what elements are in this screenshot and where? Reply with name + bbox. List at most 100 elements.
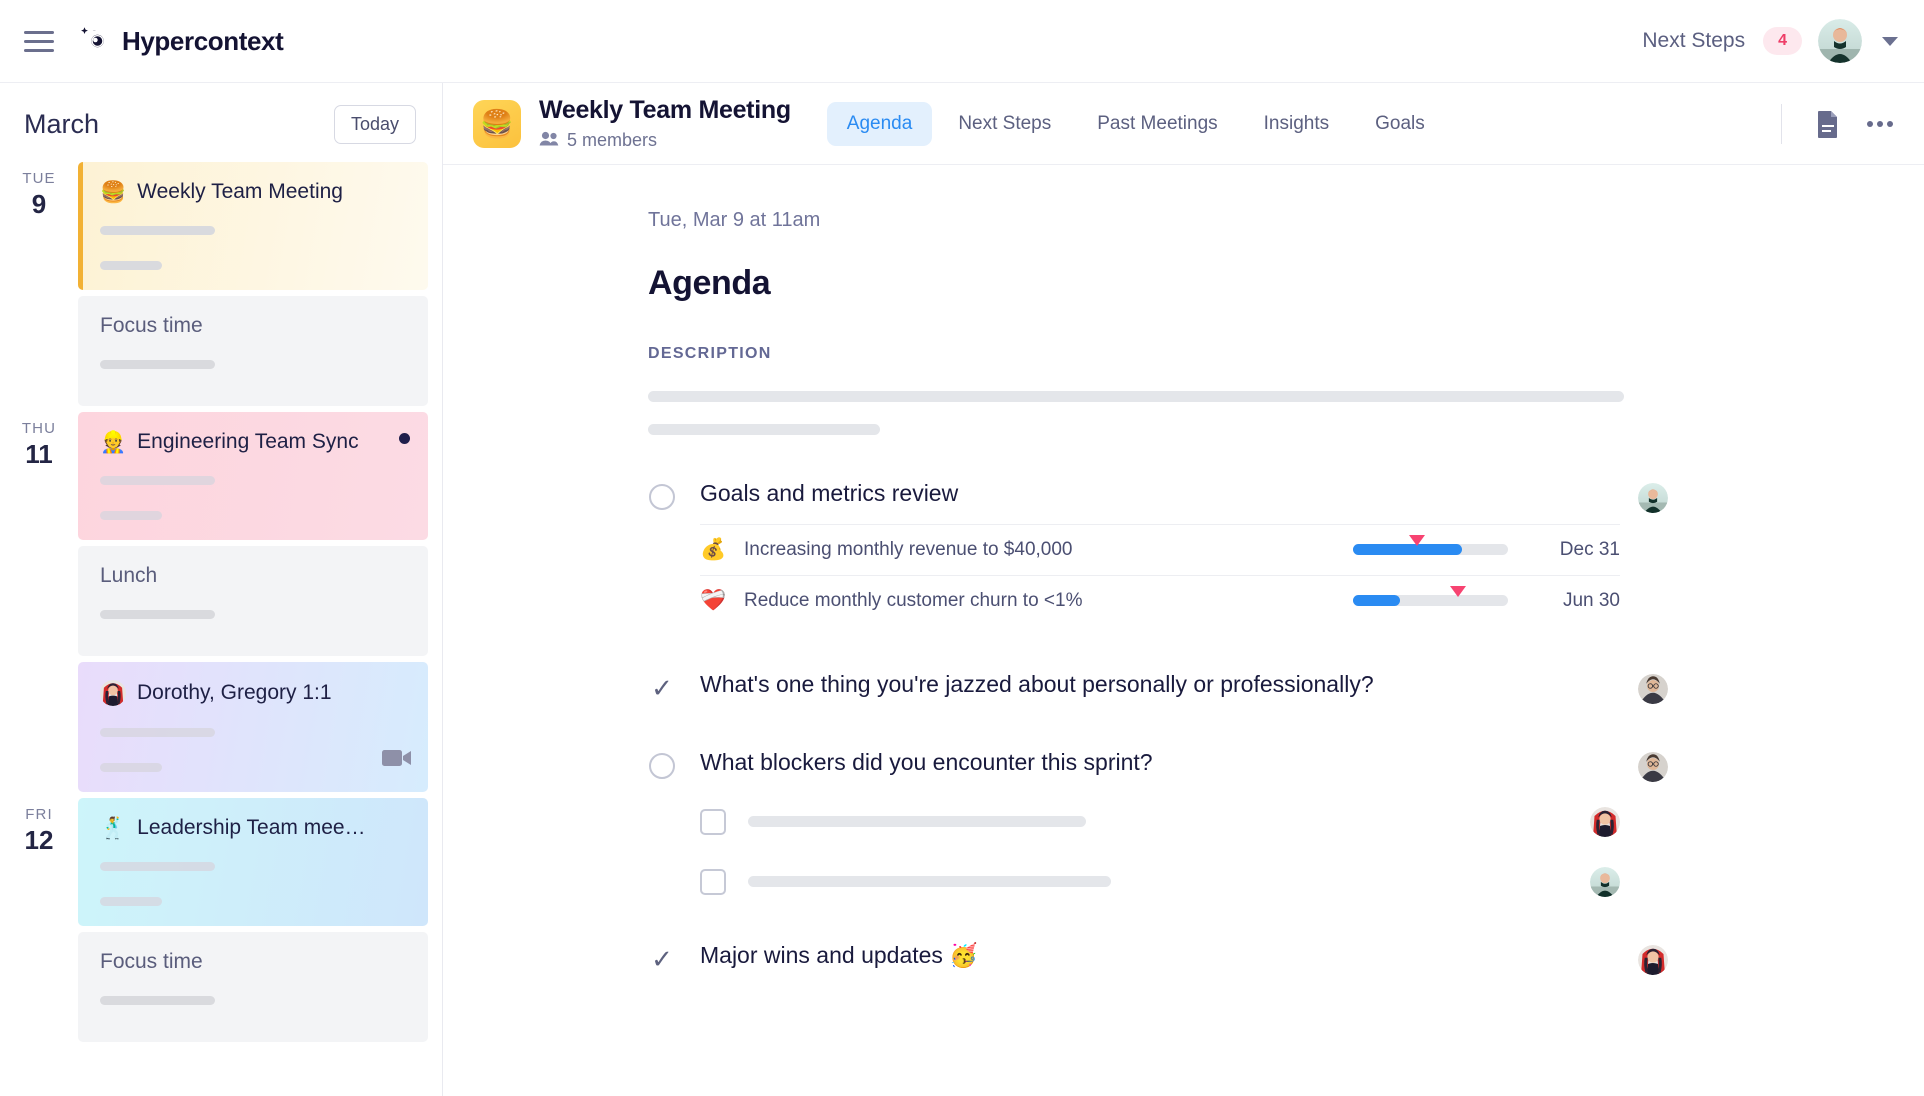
- event-placeholder-line: [100, 728, 215, 737]
- meeting-title: Weekly Team Meeting: [539, 96, 791, 125]
- agenda-item-circle-icon[interactable]: [648, 483, 676, 511]
- more-options-icon[interactable]: [1858, 102, 1902, 146]
- event-title-row: 🍔 Weekly Team Meeting: [100, 180, 408, 204]
- agenda-item-title[interactable]: Goals and metrics review: [700, 479, 1620, 508]
- members-line[interactable]: 5 members: [539, 130, 791, 151]
- subitem-placeholder-line: [748, 876, 1111, 887]
- agenda-item-title[interactable]: What blockers did you encounter this spr…: [700, 748, 1620, 777]
- next-steps-link[interactable]: Next Steps: [1642, 29, 1745, 53]
- calendar-event-card[interactable]: Lunch: [78, 546, 428, 656]
- agenda-item-body: What's one thing you're jazzed about per…: [700, 670, 1620, 699]
- event-title-row: 👷 Engineering Team Sync: [100, 430, 408, 454]
- document-icon[interactable]: [1806, 102, 1850, 146]
- calendar-event-card[interactable]: 👷 Engineering Team Sync: [78, 412, 428, 540]
- day-events: 🕺 Leadership Team mee… Focus time: [78, 798, 442, 1048]
- event-placeholder-line: [100, 360, 215, 369]
- event-title: Leadership Team mee…: [137, 816, 366, 839]
- agenda-item-list: Goals and metrics review 💰 Increasing mont…: [648, 479, 1668, 975]
- event-title-row: Dorothy, Gregory 1:1: [100, 680, 408, 706]
- goal-progress-bar: [1353, 585, 1508, 612]
- agenda-item-check-icon[interactable]: ✓: [648, 674, 676, 702]
- agenda-item: ✓ What's one thing you're jazzed about pe…: [648, 670, 1668, 704]
- goal-emoji-icon: 💰: [700, 537, 727, 561]
- header-divider: [1781, 103, 1782, 144]
- top-bar-right: Next Steps 4: [1642, 19, 1898, 63]
- event-title-row: Focus time: [100, 314, 408, 338]
- subitem-owner-avatar[interactable]: [1590, 866, 1620, 897]
- account-chevron-down-icon[interactable]: [1882, 36, 1898, 46]
- subitem-placeholder-line: [748, 816, 1086, 827]
- brand[interactable]: Hypercontext: [76, 24, 284, 58]
- subitem-checkbox[interactable]: [700, 868, 726, 895]
- event-title: Dorothy, Gregory 1:1: [137, 681, 332, 704]
- calendar-event-card[interactable]: Dorothy, Gregory 1:1: [78, 662, 428, 792]
- agenda-item: ✓ Major wins and updates 🥳: [648, 941, 1668, 975]
- agenda-subitem: [700, 866, 1620, 897]
- day-of-month: 12: [24, 825, 54, 855]
- tab-past-meetings[interactable]: Past Meetings: [1077, 102, 1237, 146]
- agenda-content: Tue, Mar 9 at 11am Agenda DESCRIPTION Go…: [443, 165, 1924, 1096]
- day-of-week: THU: [21, 420, 57, 437]
- day-events: 🍔 Weekly Team Meeting Focus time: [78, 162, 442, 412]
- calendar-day: THU 11 👷 Engineering Team Sync Lunch Dorothy…: [0, 412, 442, 798]
- hypercontext-logo-icon: [76, 24, 110, 58]
- tab-goals[interactable]: Goals: [1355, 102, 1445, 146]
- user-avatar[interactable]: [1818, 19, 1862, 63]
- description-placeholder-line-1: [648, 391, 1624, 402]
- goal-name: Reduce monthly customer churn to <1%: [744, 589, 1083, 611]
- subitem-checkbox[interactable]: [700, 808, 726, 835]
- event-placeholder-line: [100, 226, 215, 235]
- agenda-item-owner-avatar[interactable]: [1638, 944, 1668, 975]
- body-row: March Today TUE 9 🍔 Weekly Team Meeting Focu…: [0, 82, 1924, 1096]
- agenda-item-check-icon[interactable]: ✓: [648, 945, 676, 973]
- calendar-day-list: TUE 9 🍔 Weekly Team Meeting Focus time THU 11 👷…: [0, 162, 442, 1048]
- meeting-meta: Weekly Team Meeting 5 members: [539, 96, 791, 151]
- agenda-item-body: Goals and metrics review 💰 Increasing mont…: [700, 479, 1620, 626]
- video-call-icon[interactable]: [382, 747, 412, 774]
- header-actions: [1781, 102, 1902, 146]
- agenda-item-owner-avatar[interactable]: [1638, 483, 1668, 513]
- description-placeholder-line-2: [648, 424, 880, 435]
- event-placeholder-line: [100, 996, 215, 1005]
- event-title: Weekly Team Meeting: [137, 180, 343, 203]
- goal-progress-fill: [1353, 544, 1462, 556]
- agenda-item-title[interactable]: Major wins and updates 🥳: [700, 941, 1620, 970]
- event-attendee-avatar: [100, 680, 126, 706]
- goals-table: 💰 Increasing monthly revenue to $40,000 De…: [700, 523, 1620, 626]
- tab-next-steps[interactable]: Next Steps: [938, 102, 1071, 146]
- goal-target-marker-icon: [1408, 534, 1425, 546]
- description-label: DESCRIPTION: [648, 345, 772, 362]
- agenda-item-title[interactable]: What's one thing you're jazzed about per…: [700, 670, 1620, 699]
- calendar-day: TUE 9 🍔 Weekly Team Meeting Focus time: [0, 162, 442, 412]
- agenda-item-circle-icon[interactable]: [648, 752, 676, 780]
- goal-row[interactable]: 💰 Increasing monthly revenue to $40,000 De…: [700, 523, 1620, 575]
- event-placeholder-line: [100, 763, 162, 772]
- calendar-event-card[interactable]: 🍔 Weekly Team Meeting: [78, 162, 428, 290]
- tab-agenda[interactable]: Agenda: [826, 101, 933, 146]
- event-emoji-icon: 🍔: [100, 180, 127, 204]
- agenda-item-body: Major wins and updates 🥳: [700, 941, 1620, 970]
- calendar-event-card[interactable]: 🕺 Leadership Team mee…: [78, 798, 428, 926]
- calendar-day: FRI 12 🕺 Leadership Team mee… Focus time: [0, 798, 442, 1048]
- event-title-row: Lunch: [100, 564, 408, 588]
- agenda-item-owner-avatar[interactable]: [1638, 751, 1668, 782]
- meeting-emoji-icon: 🍔: [473, 99, 521, 148]
- meeting-header: 🍔 Weekly Team Meeting 5 members Agenda N…: [443, 83, 1924, 165]
- goal-row[interactable]: ❤️‍🩹 Reduce monthly customer churn to <1%…: [700, 574, 1620, 626]
- event-emoji-icon: 👷: [100, 430, 127, 454]
- calendar-event-card[interactable]: Focus time: [78, 296, 428, 406]
- event-title-row: Focus time: [100, 950, 408, 974]
- sidebar-header: March Today: [0, 83, 442, 162]
- subitem-owner-avatar[interactable]: [1590, 806, 1620, 837]
- goal-name: Increasing monthly revenue to $40,000: [744, 538, 1073, 560]
- tab-insights[interactable]: Insights: [1244, 102, 1349, 146]
- page-title: Agenda: [648, 264, 771, 302]
- hamburger-menu-icon[interactable]: [24, 29, 54, 53]
- event-title: Focus time: [100, 314, 203, 337]
- agenda-item-owner-avatar[interactable]: [1638, 673, 1668, 704]
- day-of-month: 11: [25, 439, 53, 469]
- calendar-event-card[interactable]: Focus time: [78, 932, 428, 1042]
- today-button[interactable]: Today: [333, 105, 416, 144]
- event-title: Engineering Team Sync: [137, 430, 359, 453]
- goal-progress-bar: [1353, 534, 1508, 561]
